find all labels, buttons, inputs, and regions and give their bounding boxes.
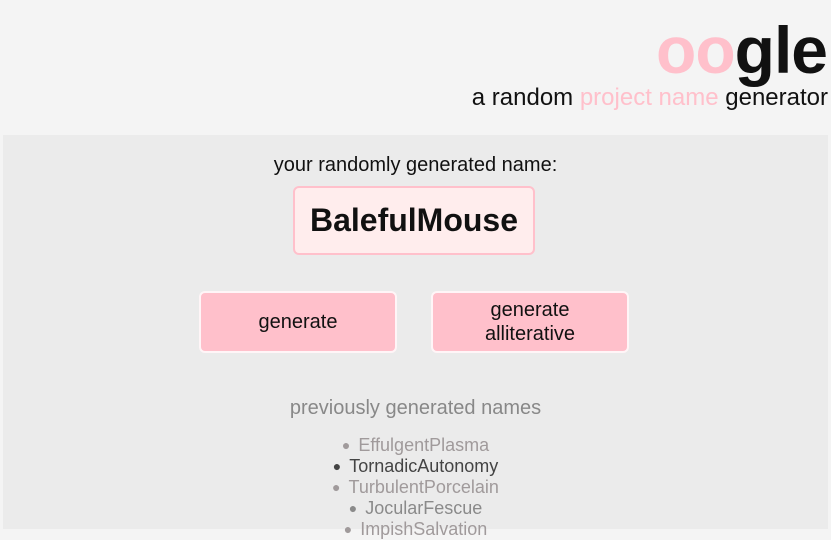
generate-alliterative-button[interactable]: generate alliterative xyxy=(431,291,629,353)
list-item: ● JocularFescue xyxy=(3,498,828,519)
previous-name: TornadicAutonomy xyxy=(349,456,499,476)
bullet-icon: ● xyxy=(332,479,341,495)
tagline-end: generator xyxy=(725,84,828,111)
previous-name: JocularFescue xyxy=(365,498,483,518)
previous-names-list: ● EffulgentPlasma ● TornadicAutonomy ● Turb… xyxy=(3,435,828,540)
list-item: ● ImpishSalvation xyxy=(3,519,828,540)
tagline-accent: project name xyxy=(579,84,719,111)
previous-name: EffulgentPlasma xyxy=(358,435,490,455)
list-item: ● TurbulentPorcelain xyxy=(3,477,828,498)
generate-button[interactable]: generate xyxy=(199,291,397,353)
tagline: a random project name generator xyxy=(472,84,828,112)
tagline-start: a random xyxy=(471,84,574,111)
bullet-icon: ● xyxy=(348,500,358,516)
bullet-icon: ● xyxy=(332,458,342,474)
generated-name-prompt: your randomly generated name: xyxy=(273,154,558,176)
generated-name-display: BalefulMouse xyxy=(293,186,535,255)
previous-name: TurbulentPorcelain xyxy=(348,477,499,497)
logo: oogle xyxy=(656,10,828,90)
bullet-icon: ● xyxy=(343,521,353,537)
logo-accent: oo xyxy=(656,13,736,87)
previous-names-title: previously generated names xyxy=(289,397,542,419)
previous-name: ImpishSalvation xyxy=(360,519,488,539)
list-item: ● TornadicAutonomy xyxy=(3,456,828,477)
logo-text: gle xyxy=(734,13,828,87)
bullet-icon: ● xyxy=(341,437,351,453)
main-panel: your randomly generated name: BalefulMou… xyxy=(3,135,828,539)
list-item: ● EffulgentPlasma xyxy=(3,435,828,456)
header: oogle a random project name generator xyxy=(0,0,831,135)
